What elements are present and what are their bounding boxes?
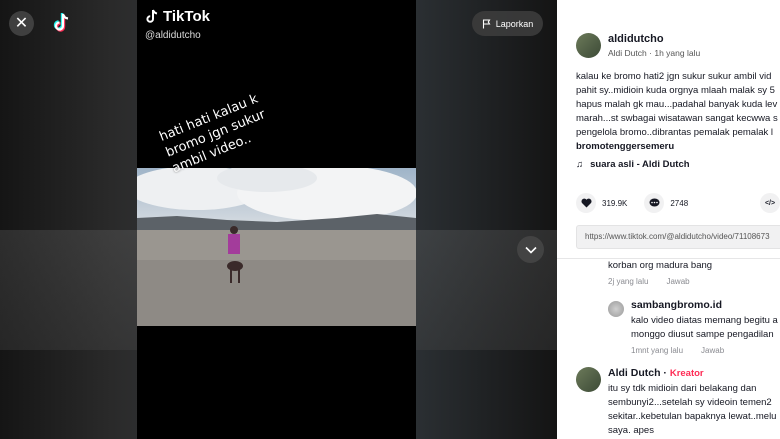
- chevron-down-icon: [524, 246, 537, 254]
- report-button[interactable]: Laporkan: [472, 11, 543, 36]
- commenter-header: Aldi Dutch · Kreator: [608, 367, 776, 379]
- comment-meta: 1mnt yang lalu Jawab: [631, 346, 778, 355]
- reply-button[interactable]: Jawab: [666, 277, 689, 286]
- creator-badge: Kreator: [669, 368, 704, 379]
- like-button[interactable]: [576, 193, 596, 213]
- report-label: Laporkan: [495, 18, 534, 29]
- hashtag-link[interactable]: bromotenggersemeru: [576, 140, 780, 154]
- close-button[interactable]: ✕: [9, 11, 34, 36]
- comment-text: monggo diusut sampe pengadilan: [631, 329, 774, 340]
- comment-meta: 2j yang lalu Jawab: [608, 277, 712, 286]
- details-panel: aldidutcho Aldi Dutch · 1h yang lalu kal…: [557, 0, 780, 439]
- flag-icon: [482, 18, 491, 28]
- commenter-username[interactable]: sambangbromo.id: [631, 299, 778, 311]
- close-icon: ✕: [14, 15, 29, 32]
- separator-dot: ·: [649, 48, 652, 58]
- author-avatar[interactable]: [576, 33, 601, 58]
- music-link[interactable]: ♫ suara asli - Aldi Dutch: [576, 159, 690, 170]
- comment-count: 2748: [670, 198, 689, 208]
- tiktok-logo-icon[interactable]: [52, 12, 72, 34]
- video-player[interactable]: hati hati kalau k bromo jgn sukur ambil …: [137, 0, 416, 439]
- video-overlay-text: hati hati kalau k bromo jgn sukur ambil …: [157, 91, 268, 177]
- music-label: suara asli - Aldi Dutch: [590, 159, 690, 170]
- video-caption: kalau ke bromo hati2 jgn sukur sukur amb…: [576, 70, 780, 154]
- author-username[interactable]: aldidutcho: [608, 33, 700, 45]
- comment-text: korban org madura bang: [608, 260, 713, 271]
- comment-item: korban org madura bang 2j yang lalu Jawa…: [608, 259, 712, 286]
- comment-text: kalo video diatas memang begitu a: [631, 315, 778, 326]
- video-frame-image: [137, 168, 416, 326]
- post-time: 1h yang lalu: [654, 48, 701, 58]
- separator-dot: ·: [663, 367, 667, 379]
- reply-button[interactable]: Jawab: [701, 346, 724, 355]
- commenter-avatar[interactable]: [608, 301, 624, 317]
- like-count: 319.9K: [602, 198, 628, 208]
- commenter-avatar[interactable]: [576, 367, 601, 392]
- code-icon: </>: [764, 199, 776, 207]
- caption-line: pengelola bromo..dibrantas pemalak pemal…: [576, 127, 773, 138]
- comment-reply: sambangbromo.id kalo video diatas memang…: [608, 299, 778, 355]
- comment-text: itu sy tdk midioin dari belakang dan: [608, 383, 757, 394]
- caption-line: marah...st swbagai wisatawan sangat kecw…: [576, 113, 778, 124]
- commenter-username[interactable]: Aldi Dutch: [608, 367, 661, 379]
- tiktok-note-icon: [146, 9, 158, 23]
- caption-line: kalau ke bromo hati2 jgn sukur sukur amb…: [576, 71, 772, 82]
- author-info[interactable]: aldidutcho Aldi Dutch · 1h yang lalu: [576, 33, 700, 58]
- author-display-name: Aldi Dutch: [608, 48, 647, 58]
- brand-name: TikTok: [163, 8, 210, 25]
- caption-line: pahit sy..midioin kuda orgnya mlaah mala…: [576, 85, 775, 96]
- music-note-icon: ♫: [576, 159, 584, 170]
- video-url-field[interactable]: https://www.tiktok.com/@aldidutcho/video…: [576, 225, 780, 249]
- heart-icon: [580, 198, 592, 208]
- video-pane: hati hati kalau k bromo jgn sukur ambil …: [0, 0, 557, 439]
- next-video-button[interactable]: [517, 236, 544, 263]
- tiktok-watermark: TikTok: [145, 8, 210, 25]
- comment-text: sekitar..kebetulan bapaknya lewat..melu: [608, 411, 777, 422]
- comment-time: 1mnt yang lalu: [631, 346, 684, 355]
- comment-item: Aldi Dutch · Kreator itu sy tdk midioin …: [576, 367, 776, 438]
- watermark-handle: @aldidutcho: [145, 30, 201, 41]
- comment-text: sembunyi2...setelah sy videoin temen2: [608, 397, 772, 408]
- engagement-stats: 319.9K 2748: [576, 193, 705, 213]
- comment-text: saya. apes: [608, 425, 654, 436]
- embed-button[interactable]: </>: [760, 193, 780, 213]
- comment-time: 2j yang lalu: [608, 277, 649, 286]
- caption-line: hapus malah gk mau...padahal banyak kuda…: [576, 99, 778, 110]
- comment-button[interactable]: [644, 193, 665, 213]
- comment-icon: [649, 198, 660, 207]
- author-subline: Aldi Dutch · 1h yang lalu: [608, 48, 700, 58]
